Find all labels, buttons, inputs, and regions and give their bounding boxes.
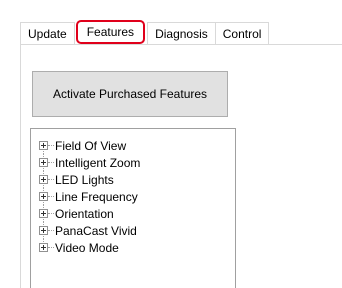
tree-connector bbox=[48, 229, 54, 232]
features-tree-list: Field Of View Intelligent Zoom LED Light… bbox=[39, 137, 140, 256]
tab-control-label: Control bbox=[222, 26, 262, 41]
tab-strip: Update Features Diagnosis Control bbox=[20, 20, 270, 44]
tree-connector bbox=[48, 144, 54, 147]
plus-box-icon[interactable] bbox=[39, 158, 48, 167]
tab-diagnosis-label: Diagnosis bbox=[155, 26, 208, 41]
tree-item-video-mode[interactable]: Video Mode bbox=[39, 239, 140, 256]
plus-box-icon[interactable] bbox=[39, 192, 48, 201]
tree-connector bbox=[48, 178, 54, 181]
activate-purchased-features-button[interactable]: Activate Purchased Features bbox=[32, 71, 228, 117]
plus-box-icon[interactable] bbox=[39, 226, 48, 235]
tree-connector bbox=[48, 212, 54, 215]
features-tree[interactable]: Field Of View Intelligent Zoom LED Light… bbox=[30, 128, 236, 288]
plus-box-icon[interactable] bbox=[39, 141, 48, 150]
settings-panel: Update Features Diagnosis Control Activa… bbox=[0, 0, 342, 288]
tree-connector bbox=[48, 195, 54, 198]
tree-item-panacast-vivid[interactable]: PanaCast Vivid bbox=[39, 222, 140, 239]
tree-item-label: Line Frequency bbox=[55, 189, 138, 204]
tree-connector bbox=[48, 246, 54, 249]
activate-button-label: Activate Purchased Features bbox=[52, 87, 208, 101]
tree-item-intelligent-zoom[interactable]: Intelligent Zoom bbox=[39, 154, 140, 171]
tab-update[interactable]: Update bbox=[20, 22, 75, 44]
tree-item-label: Video Mode bbox=[55, 240, 119, 255]
tree-item-label: Orientation bbox=[55, 206, 114, 221]
tree-item-line-frequency[interactable]: Line Frequency bbox=[39, 188, 140, 205]
tab-control[interactable]: Control bbox=[214, 22, 270, 44]
tree-item-label: PanaCast Vivid bbox=[55, 223, 137, 238]
tab-features-label: Features bbox=[86, 25, 135, 39]
tab-update-label: Update bbox=[28, 26, 67, 41]
tree-connector bbox=[48, 161, 54, 164]
plus-box-icon[interactable] bbox=[39, 175, 48, 184]
tree-item-field-of-view[interactable]: Field Of View bbox=[39, 137, 140, 154]
tree-item-label: Field Of View bbox=[55, 138, 127, 153]
tab-features[interactable]: Features bbox=[75, 20, 146, 44]
plus-box-icon[interactable] bbox=[39, 209, 48, 218]
tab-diagnosis[interactable]: Diagnosis bbox=[147, 22, 216, 44]
tree-item-label: Intelligent Zoom bbox=[55, 155, 141, 170]
tree-item-label: LED Lights bbox=[55, 172, 114, 187]
tree-item-orientation[interactable]: Orientation bbox=[39, 205, 140, 222]
tree-item-led-lights[interactable]: LED Lights bbox=[39, 171, 140, 188]
plus-box-icon[interactable] bbox=[39, 243, 48, 252]
